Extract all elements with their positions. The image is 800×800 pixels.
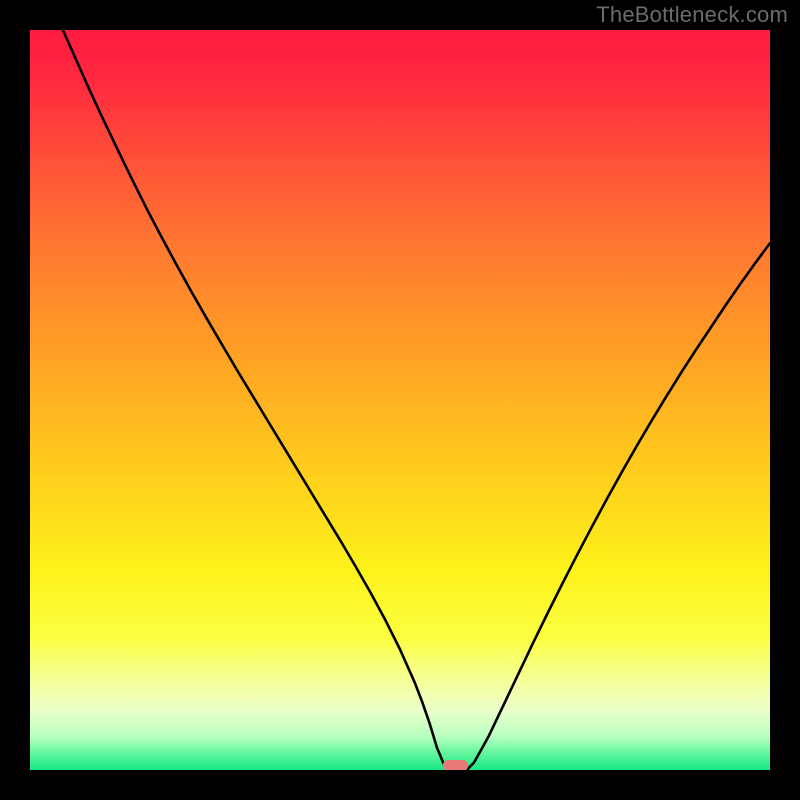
watermark-text: TheBottleneck.com [596,2,788,28]
gradient-background [30,30,770,770]
optimal-marker [443,760,468,770]
chart-svg [30,30,770,770]
plot-area [30,30,770,770]
chart-container: TheBottleneck.com [0,0,800,800]
